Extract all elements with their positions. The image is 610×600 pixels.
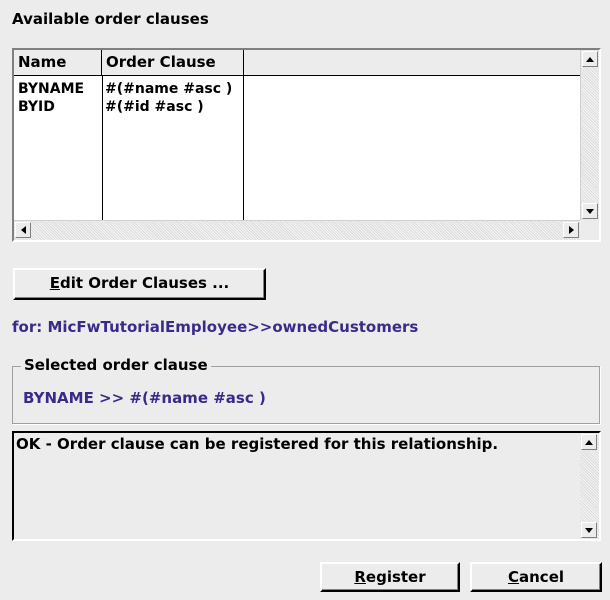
status-message-box[interactable]: OK - Order clause can be registered for … [12, 431, 601, 541]
arrow-up-icon[interactable] [581, 434, 597, 450]
edit-order-clauses-button[interactable]: Edit Order Clauses ... [13, 268, 266, 300]
relationship-label: for: MicFwTutorialEmployee>>ownedCustome… [12, 318, 419, 336]
button-label: dit Order Clauses ... [60, 274, 230, 292]
button-label: egister [365, 568, 426, 586]
order-clauses-table[interactable]: Name Order Clause BYNAME #(#name #asc ) … [12, 48, 601, 242]
arrow-right-icon[interactable] [563, 222, 579, 238]
group-legend: Selected order clause [21, 356, 211, 374]
register-button[interactable]: Register [320, 562, 460, 592]
horizontal-scrollbar[interactable] [14, 220, 580, 240]
button-label: ancel [519, 568, 565, 586]
vertical-scrollbar[interactable] [580, 50, 599, 220]
table-cell-name[interactable]: BYID [18, 98, 55, 116]
table-cell-clause[interactable]: #(#id #asc ) [105, 98, 204, 116]
accelerator-key: R [354, 568, 366, 586]
cancel-button[interactable]: Cancel [470, 562, 602, 592]
table-header: Name Order Clause [14, 50, 580, 76]
arrow-down-icon[interactable] [582, 203, 598, 219]
arrow-up-icon[interactable] [582, 51, 598, 67]
status-message: OK - Order clause can be registered for … [16, 435, 499, 453]
table-cell-name[interactable]: BYNAME [18, 80, 84, 98]
column-header-name[interactable]: Name [14, 50, 102, 75]
selected-order-clause-group: Selected order clause BYNAME >> #(#name … [12, 356, 600, 424]
accelerator-key: E [49, 274, 60, 292]
column-divider [102, 76, 103, 220]
section-title: Available order clauses [12, 10, 209, 28]
accelerator-key: C [507, 568, 519, 586]
selected-clause-value: BYNAME >> #(#name #asc ) [23, 389, 266, 407]
arrow-down-icon[interactable] [581, 522, 597, 538]
table-cell-clause[interactable]: #(#name #asc ) [105, 80, 232, 98]
scrollbar-corner [580, 220, 599, 240]
column-header-order-clause[interactable]: Order Clause [102, 50, 244, 75]
column-divider [243, 76, 244, 220]
arrow-left-icon[interactable] [15, 222, 31, 238]
message-vertical-scrollbar[interactable] [580, 433, 599, 539]
